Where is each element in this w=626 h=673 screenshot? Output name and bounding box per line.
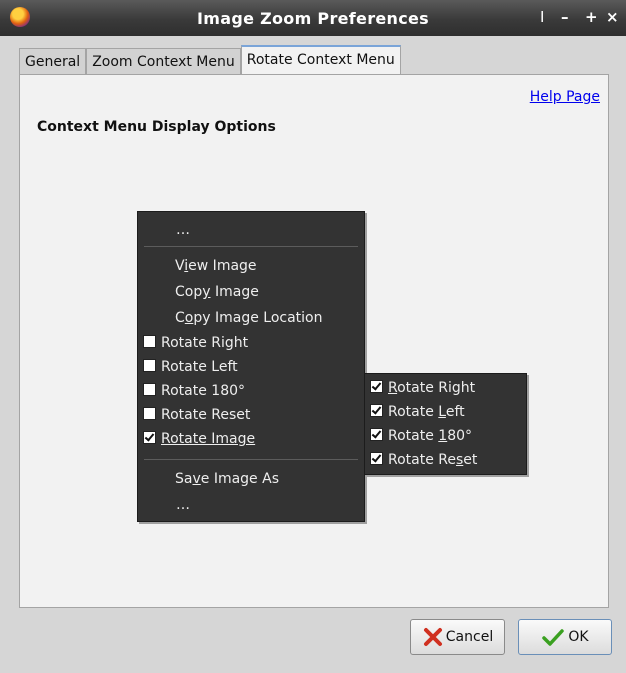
menu-item-copy-image: Copy Image (175, 284, 259, 300)
rotate-image-checkbox[interactable] (143, 431, 156, 444)
section-title: Context Menu Display Options (37, 119, 276, 135)
submenu-item-rotate-reset[interactable]: Rotate Reset (370, 449, 477, 471)
cancel-icon (423, 628, 442, 646)
help-page-link[interactable]: Help Page (530, 89, 600, 105)
menu-item-rotate-right[interactable]: Rotate Right (143, 332, 248, 354)
cancel-button[interactable]: Cancel (410, 619, 505, 655)
tab-general[interactable]: General (19, 48, 87, 74)
menu-item-save-image-as: Save Image As (175, 471, 279, 487)
rotate-reset-checkbox[interactable] (143, 407, 156, 420)
tab-rotate-context-menu[interactable]: Rotate Context Menu (240, 45, 401, 74)
menu-item-rotate-180[interactable]: Rotate 180° (143, 380, 245, 402)
titlebar-separator: I (540, 8, 545, 26)
close-icon[interactable]: × (606, 8, 619, 26)
rotate-submenu-preview: Rotate Right Rotate Left Rotate 180° Rot… (364, 373, 527, 475)
menu-item-view-image: View Image (175, 258, 257, 274)
rotate-right-checkbox[interactable] (143, 335, 156, 348)
minimize-icon[interactable]: – (561, 8, 569, 26)
menu-item-rotate-image[interactable]: Rotate Image (143, 428, 255, 450)
maximize-icon[interactable]: + (585, 8, 598, 26)
context-menu-preview: … View Image Copy Image Copy Image Locat… (137, 211, 365, 522)
tab-zoom-context-menu[interactable]: Zoom Context Menu (86, 48, 241, 74)
title-bar: Image Zoom Preferences I – + × (0, 0, 626, 36)
menu-item-copy-image-location: Copy Image Location (175, 310, 323, 326)
submenu-item-rotate-left[interactable]: Rotate Left (370, 401, 465, 423)
menu-separator (144, 459, 358, 460)
checkmark-icon (542, 629, 565, 646)
submenu-rotate-180-checkbox[interactable] (370, 428, 383, 441)
menu-item-rotate-left[interactable]: Rotate Left (143, 356, 238, 378)
submenu-item-rotate-right[interactable]: Rotate Right (370, 377, 475, 399)
submenu-rotate-right-checkbox[interactable] (370, 380, 383, 393)
submenu-rotate-reset-checkbox[interactable] (370, 452, 383, 465)
menu-ellipsis-top: … (176, 222, 190, 238)
menu-separator (144, 246, 358, 247)
menu-ellipsis-bottom: … (176, 497, 190, 513)
rotate-left-checkbox[interactable] (143, 359, 156, 372)
window-title: Image Zoom Preferences (197, 9, 429, 28)
ok-button[interactable]: OK (518, 619, 612, 655)
rotate-180-checkbox[interactable] (143, 383, 156, 396)
tab-bar: General Zoom Context Menu Rotate Context… (19, 45, 401, 74)
menu-item-rotate-reset[interactable]: Rotate Reset (143, 404, 250, 426)
submenu-item-rotate-180[interactable]: Rotate 180° (370, 425, 472, 447)
submenu-rotate-left-checkbox[interactable] (370, 404, 383, 417)
